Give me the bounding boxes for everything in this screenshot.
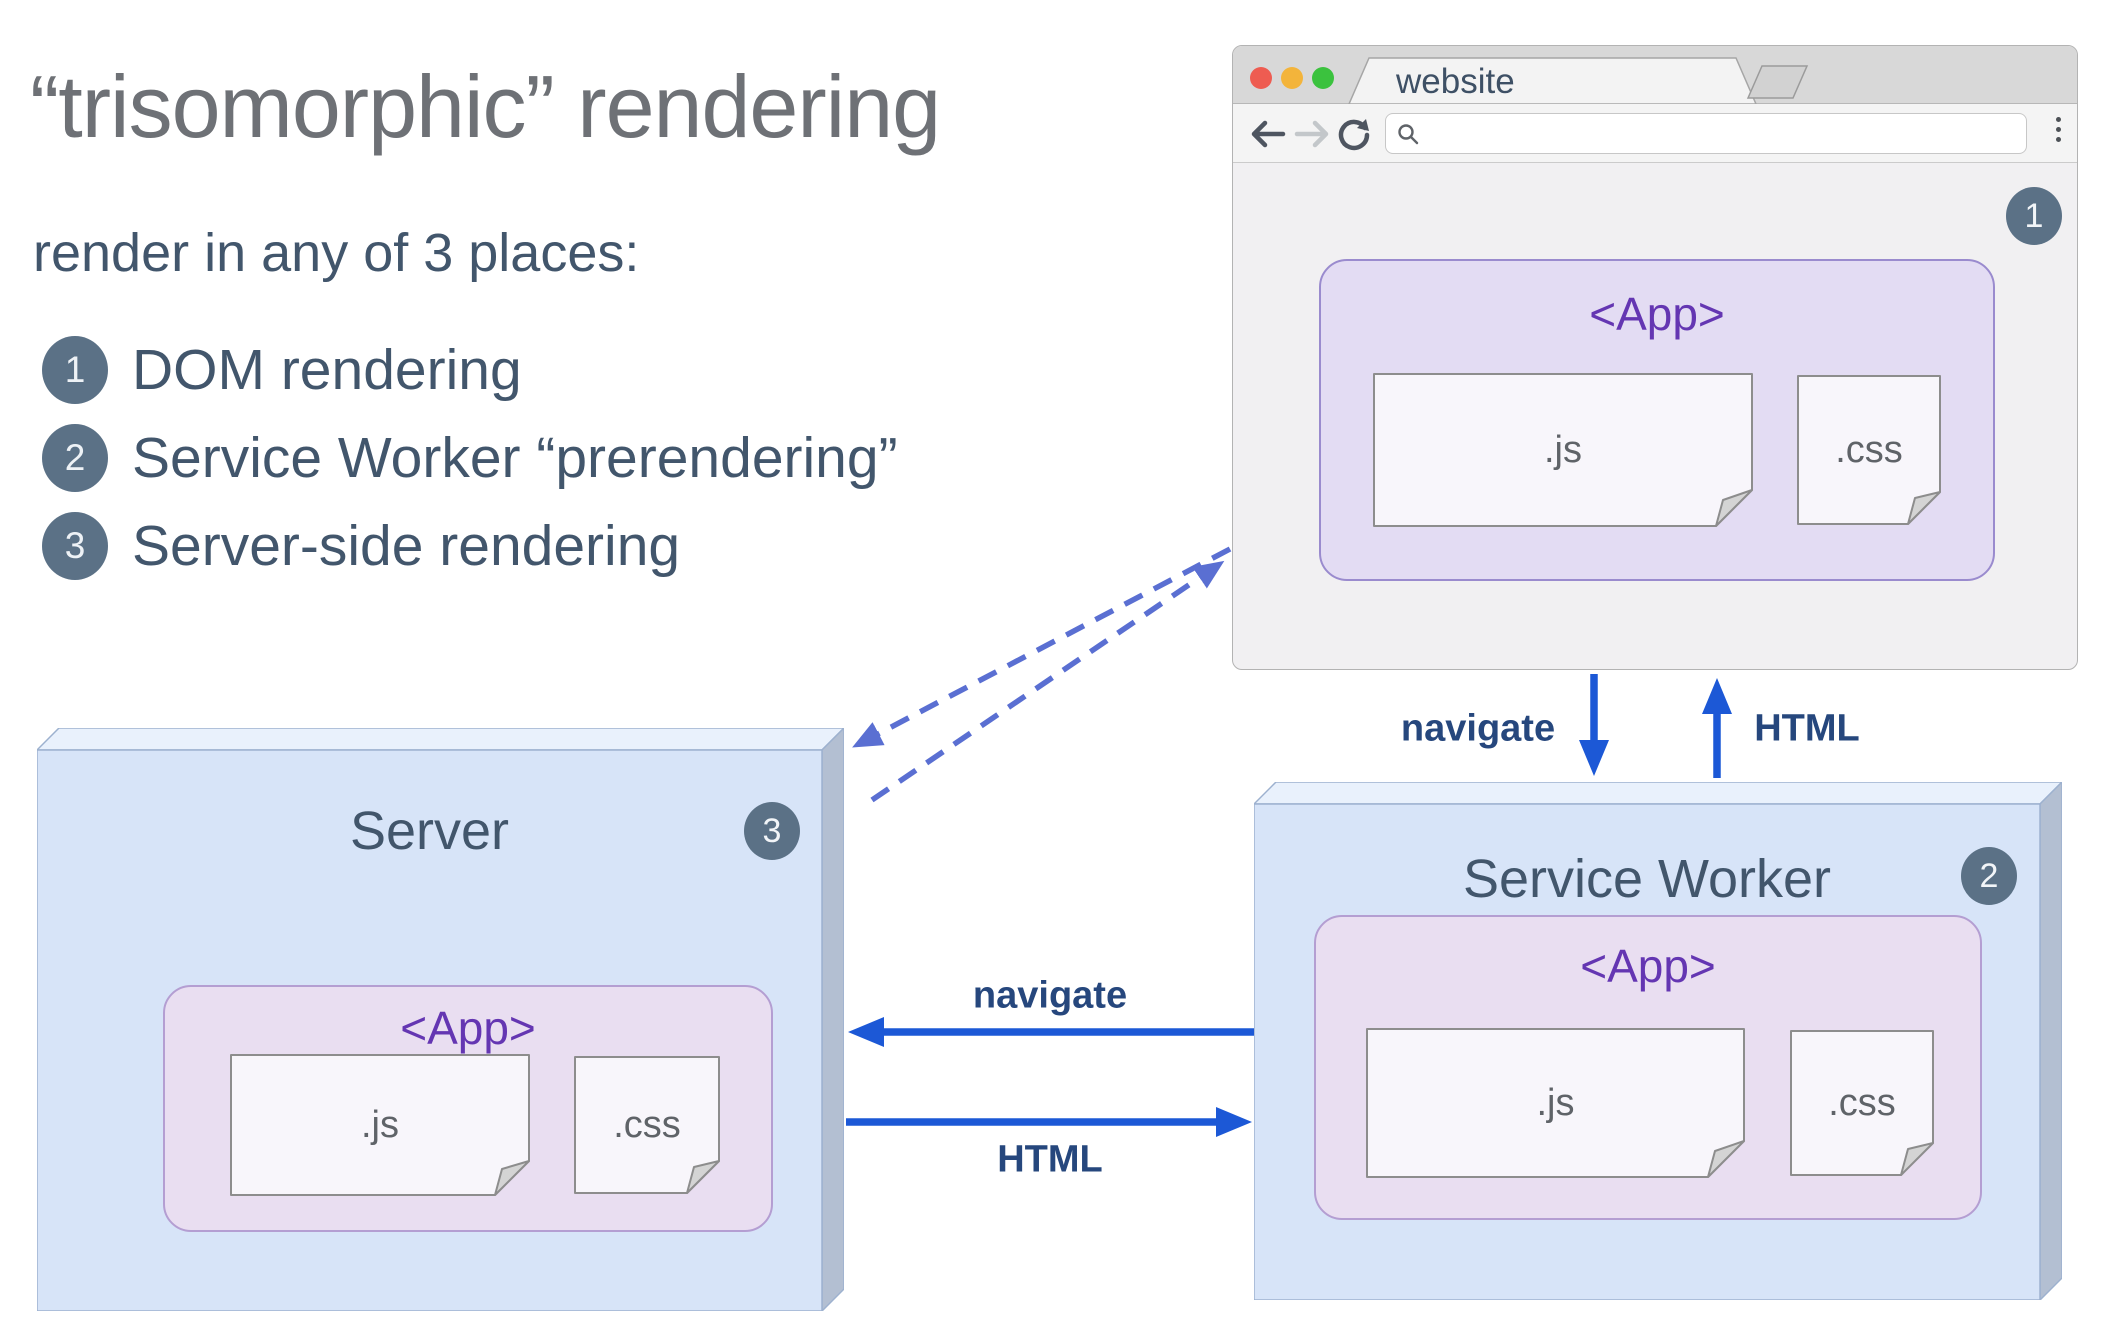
legend-item-label: DOM rendering — [132, 338, 522, 402]
css-file-label: .css — [1835, 428, 1903, 471]
legend-item-server-side: 3 Server-side rendering — [42, 512, 680, 580]
js-file-icon: .js — [230, 1054, 530, 1196]
page-title: “trisomorphic” rendering — [30, 57, 941, 156]
legend-item-label: Server-side rendering — [132, 514, 681, 578]
js-file-label: .js — [1536, 1081, 1575, 1124]
css-file-icon: .css — [574, 1056, 720, 1194]
dashed-arrow-server-to-browser — [870, 560, 1225, 803]
browser-window: website 1 <App> .js .css — [1232, 45, 2078, 670]
step-badge-1: 1 — [2006, 187, 2062, 245]
forward-icon[interactable] — [1293, 117, 1331, 151]
service-worker-box: Service Worker 2 <App> .js .css — [1254, 782, 2062, 1300]
page-subtitle: render in any of 3 places: — [33, 223, 640, 283]
browser-tab-bar: website — [1233, 46, 2077, 104]
service-worker-title: Service Worker — [1462, 849, 1832, 909]
dashed-arrow-browser-to-server — [852, 546, 1232, 748]
tab-shapes — [1348, 57, 1809, 104]
app-tag-label: <App> — [1589, 288, 1725, 340]
server-title: Server — [349, 801, 510, 861]
reload-icon[interactable] — [1337, 118, 1371, 152]
html-label-horizontal: HTML — [997, 1138, 1103, 1181]
kebab-menu-icon[interactable] — [2056, 117, 2061, 142]
legend-item-service-worker: 2 Service Worker “prerendering” — [42, 424, 898, 492]
navigate-label-vertical: navigate — [1400, 707, 1556, 750]
step-badge-2: 2 — [1961, 847, 2017, 905]
new-tab-icon[interactable] — [1746, 65, 1809, 99]
step-badge-3: 3 — [744, 802, 800, 860]
app-tag-label: <App> — [400, 1002, 536, 1054]
close-icon[interactable] — [1250, 67, 1272, 89]
minimize-icon[interactable] — [1281, 67, 1303, 89]
js-file-icon: .js — [1373, 373, 1753, 527]
back-icon[interactable] — [1249, 117, 1287, 151]
html-label-vertical: HTML — [1754, 707, 1860, 750]
tab-title[interactable]: website — [1396, 62, 1515, 102]
legend-number-badge: 3 — [42, 512, 108, 580]
trisomorphic-rendering-diagram: “trisomorphic” rendering render in any o… — [0, 0, 2108, 1328]
navigate-label-horizontal: navigate — [972, 974, 1128, 1017]
server-box: Server 3 <App> .js .css — [37, 728, 844, 1311]
legend-item-dom: 1 DOM rendering — [42, 336, 522, 404]
js-file-icon: .js — [1366, 1028, 1745, 1178]
js-file-label: .js — [1544, 428, 1582, 471]
browser-toolbar — [1233, 104, 2077, 163]
css-file-label: .css — [613, 1103, 681, 1146]
browser-viewport: 1 <App> .js .css — [1233, 163, 2077, 669]
app-tag-label: <App> — [1580, 940, 1716, 992]
css-file-label: .css — [1828, 1081, 1896, 1124]
search-icon — [1398, 124, 1419, 145]
css-file-icon: .css — [1797, 375, 1941, 525]
legend-number-badge: 2 — [42, 424, 108, 492]
maximize-icon[interactable] — [1312, 67, 1334, 89]
legend-number-badge: 1 — [42, 336, 108, 404]
js-file-label: .js — [361, 1103, 399, 1146]
css-file-icon: .css — [1790, 1030, 1934, 1176]
address-bar-input[interactable] — [1385, 113, 2027, 154]
legend-item-label: Service Worker “prerendering” — [132, 426, 898, 490]
